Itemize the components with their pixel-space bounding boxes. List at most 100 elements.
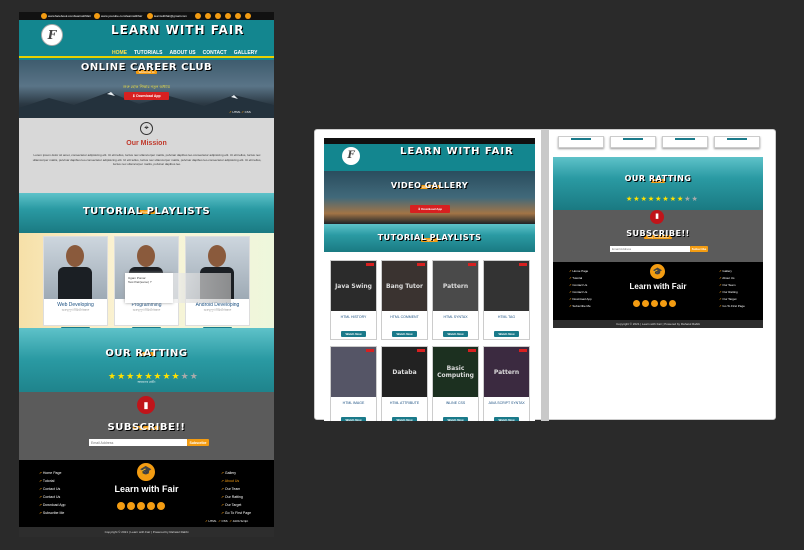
footer-link[interactable]: ⇗ Our Target [719,296,745,303]
footer-link[interactable]: ⇗ Download App [39,501,65,509]
playlists-header: Popular TUTORIAL PLAYLISTS [19,193,274,233]
tile-title: HTML COMMENT [390,315,419,319]
corner-link-html[interactable]: HTML [232,110,240,114]
social-icon-3[interactable] [215,13,221,19]
footer-link[interactable]: ⇗ Home Page [569,268,592,275]
social-icon-2[interactable] [205,13,211,19]
tile-badge [417,349,425,352]
social-icon-6[interactable] [245,13,251,19]
tile-art-text: Basic Computing [437,365,474,379]
twitter-icon[interactable] [137,502,145,510]
corner-link-js[interactable]: JAVA Script [233,519,248,523]
logo[interactable]: F [342,147,360,165]
footer-link[interactable]: ⇗ Subscribe Me [39,509,65,517]
youtube-link[interactable]: www.youtube.com/learnwithfair [101,14,142,18]
watch-now-button[interactable]: Watch Now [443,331,468,337]
facebook-icon[interactable] [41,13,47,19]
facebook-link[interactable]: www.facebook.com/learnwithfair [48,14,91,18]
watch-now-button[interactable]: Watch Now [341,417,366,421]
watch-now-button[interactable]: Watch Now [392,331,417,337]
footer-link[interactable]: ⇗ Download App [569,296,592,303]
gallery-tile[interactable]: Pattern HTML SYNTAX Watch Now [432,260,479,340]
download-app-label: Download App [421,207,443,211]
subscribe-section: ▮ Stay Connected SUBSCRIBE!! Subscribe [19,392,274,460]
email-field[interactable] [610,246,690,252]
youtube-icon[interactable] [127,502,135,510]
linkedin-icon[interactable] [669,300,676,307]
watch-now-button[interactable]: Watch Now [494,331,519,337]
tile-thumbnail [484,261,529,311]
gallery-tile[interactable]: Databa HTML ATTRIBUTE Watch Now [381,346,428,421]
tile-thumbnail: Basic Computing [433,347,478,397]
playlists-body: Web Developing গুরুত্বপূর্ণ টিউটোরিয়াল … [19,233,274,335]
footer-link[interactable]: ⇗ Gallery [221,469,251,477]
footer-link[interactable]: ⇗ Go To First Page [221,509,251,517]
corner-link-css[interactable]: CSS [221,519,227,523]
mail-link[interactable]: learnwithfair@gmail.com [154,14,187,18]
footer-link[interactable]: ⇗ Our Ratting [719,289,745,296]
social-icon-1[interactable] [195,13,201,19]
tile-badge [468,263,476,266]
social-icon-5[interactable] [235,13,241,19]
playlists-title: TUTORIAL PLAYLISTS [377,233,482,242]
footer-link[interactable]: ⇗ Home Page [39,469,65,477]
watch-now-button[interactable]: Watch Now [341,331,366,337]
star-icon: ★ [647,196,655,203]
footer-link[interactable]: ⇗ Subscribe Me [569,303,592,310]
tile-badge [417,263,425,266]
tile-thumbnail [331,347,376,397]
linkedin-icon[interactable] [157,502,165,510]
subscribe-button[interactable]: Subscribe [690,246,708,252]
footer-link[interactable]: ⇗ Our Team [719,282,745,289]
tile-art-text: Bang Tutor [386,282,423,290]
preview-panel: F LEARN WITH FAIR HOMETUTORIALSABOUT USC… [314,129,776,421]
avatar [44,237,107,299]
footer-link[interactable]: ⇗ About Us [221,477,251,485]
email-field[interactable] [89,439,187,446]
footer-link[interactable]: ⇗ Tutorial [569,275,592,282]
download-app-button[interactable]: ⬇ Download App [410,205,450,213]
tile-art-text: Pattern [493,368,520,376]
corner-link-css[interactable]: CSS [245,110,251,114]
download-app-button[interactable]: ⬇ Download App [124,92,169,100]
social-icon-4[interactable] [225,13,231,19]
gallery-tile[interactable]: Bang Tutor HTML COMMENT Watch Now [381,260,428,340]
footer-link[interactable]: ⇗ Our Target [221,501,251,509]
twitter-icon[interactable] [651,300,658,307]
footer-link[interactable]: ⇗ Contact Us [39,493,65,501]
gallery-tile[interactable]: HTML TAG Watch Now [483,260,530,340]
footer-link[interactable]: ⇗ Our Team [221,485,251,493]
site-footer: ⇗ Home Page ⇗ Tutorial ⇗ Contact Us ⇗ Co… [19,460,274,527]
logo[interactable]: F [41,24,63,46]
tile-title: HTML IMAGE [342,401,365,405]
footer-link[interactable]: ⇗ Our Ratting [221,493,251,501]
tile-art-text: Databa [392,368,417,376]
gallery-tile[interactable]: Java Swing HTML HISTORY Watch Now [330,260,377,340]
gallery-tile[interactable]: Pattern JAVA SCRIPT SYNTAX Watch Now [483,346,530,421]
tile-thumbnail: Bang Tutor [382,261,427,311]
gallery-tile[interactable]: Basic Computing INLINE CSS Watch Now [432,346,479,421]
watch-now-button[interactable]: Watch Now [443,417,468,421]
subscribe-button[interactable]: Subscribe [187,439,209,446]
watch-now-button[interactable]: Watch Now [494,417,519,421]
star-icon: ★ [626,196,633,203]
youtube-icon[interactable] [642,300,649,307]
instagram-icon[interactable] [147,502,155,510]
preview-divider [541,130,549,421]
gallery-tile[interactable]: HTML IMAGE Watch Now [330,346,377,421]
corner-link-html[interactable]: HTML [208,519,216,523]
mail-icon[interactable] [147,13,153,19]
footer-link[interactable]: ⇗ About Us [719,275,745,282]
star-icon: ★ [662,196,669,203]
footer-link[interactable]: ⇗ Gallery [719,268,745,275]
site-brand: LEARN WITH FAIR [111,23,245,37]
tile-title: HTML HISTORY [340,315,367,319]
facebook-icon[interactable] [633,300,640,307]
footer-social [633,294,676,312]
facebook-icon[interactable] [117,502,125,510]
footer-link[interactable]: ⇗ Go To First Page [719,303,745,310]
tile-thumbnail: Java Swing [331,261,376,311]
watch-now-button[interactable]: Watch Now [392,417,417,421]
youtube-icon[interactable] [94,13,100,19]
instagram-icon[interactable] [660,300,667,307]
